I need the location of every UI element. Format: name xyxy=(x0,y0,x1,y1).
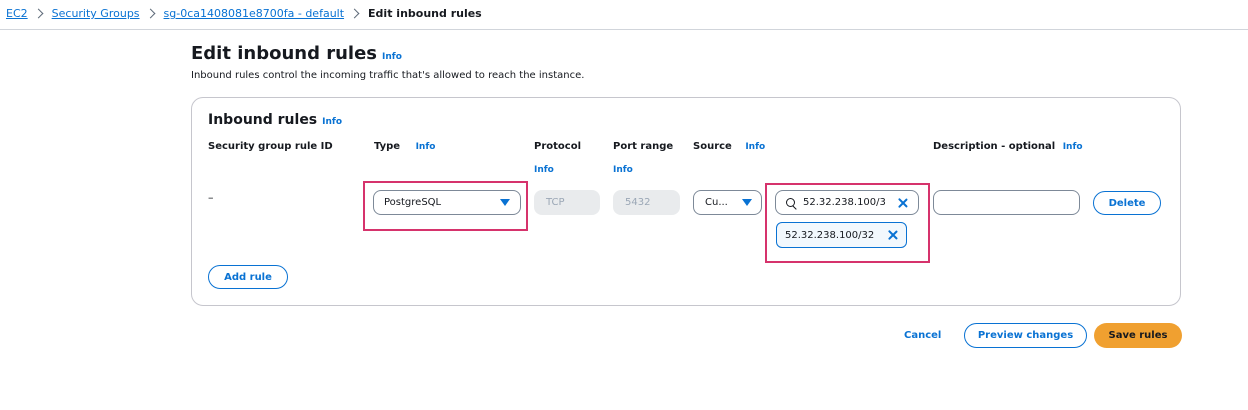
type-select[interactable]: PostgreSQL xyxy=(373,190,521,215)
type-select-value: PostgreSQL xyxy=(384,197,442,208)
panel-title-text: Inbound rules xyxy=(208,112,318,128)
source-type-select[interactable]: Cu... xyxy=(693,190,762,215)
port-range-info-link[interactable]: Info xyxy=(613,165,633,175)
rule-id-value: – xyxy=(208,191,214,204)
remove-token-icon[interactable] xyxy=(888,230,898,240)
protocol-field: TCP xyxy=(534,190,600,215)
column-header-source: Source Info xyxy=(693,141,765,152)
clear-icon[interactable] xyxy=(898,198,908,208)
delete-rule-button[interactable]: Delete xyxy=(1093,191,1161,215)
chevron-right-icon xyxy=(33,8,44,19)
preview-changes-button[interactable]: Preview changes xyxy=(964,323,1087,348)
add-rule-button[interactable]: Add rule xyxy=(208,265,288,289)
breadcrumb: EC2 Security Groups sg-0ca1408081e8700fa… xyxy=(6,7,482,20)
chevron-right-icon xyxy=(145,8,155,19)
source-type-value: Cu... xyxy=(705,197,728,208)
protocol-info-link[interactable]: Info xyxy=(534,165,554,175)
breadcrumb-security-group[interactable]: sg-0ca1408081e8700fa - default xyxy=(164,7,345,20)
column-header-rule-id: Security group rule ID xyxy=(208,141,333,152)
page-title-text: Edit inbound rules xyxy=(191,43,378,64)
source-info-link[interactable]: Info xyxy=(745,142,765,152)
search-icon xyxy=(786,198,795,207)
cancel-button[interactable]: Cancel xyxy=(904,330,941,341)
page-description: Inbound rules control the incoming traff… xyxy=(191,70,585,81)
panel-info-link[interactable]: Info xyxy=(322,117,342,127)
column-header-description: Description - optional Info xyxy=(933,141,1083,152)
page-info-link[interactable]: Info xyxy=(382,52,402,62)
description-input[interactable] xyxy=(933,190,1080,215)
source-token: 52.32.238.100/32 xyxy=(776,222,907,248)
description-info-link[interactable]: Info xyxy=(1063,142,1083,152)
source-search-input[interactable]: 52.32.238.100/3 xyxy=(775,190,919,215)
source-search-value: 52.32.238.100/3 xyxy=(803,197,886,208)
column-header-description-label: Description - optional xyxy=(933,141,1056,152)
header-divider xyxy=(0,29,1248,30)
chevron-right-icon xyxy=(349,8,360,19)
column-header-port-range: Port range xyxy=(613,141,674,152)
breadcrumb-security-groups[interactable]: Security Groups xyxy=(52,7,140,20)
page-title: Edit inbound rules Info xyxy=(191,43,402,64)
column-header-protocol: Protocol xyxy=(534,141,582,152)
breadcrumb-current: Edit inbound rules xyxy=(368,7,482,20)
panel-title: Inbound rules Info xyxy=(208,112,342,128)
caret-down-icon xyxy=(500,199,510,206)
breadcrumb-ec2[interactable]: EC2 xyxy=(6,7,28,20)
source-token-value: 52.32.238.100/32 xyxy=(785,229,875,241)
column-header-type-label: Type xyxy=(374,141,401,152)
type-info-link[interactable]: Info xyxy=(416,142,436,152)
caret-down-icon xyxy=(742,199,752,206)
save-rules-button[interactable]: Save rules xyxy=(1094,323,1182,348)
column-header-type: Type Info xyxy=(374,141,435,152)
column-header-source-label: Source xyxy=(693,141,732,152)
port-range-field: 5432 xyxy=(613,190,680,215)
